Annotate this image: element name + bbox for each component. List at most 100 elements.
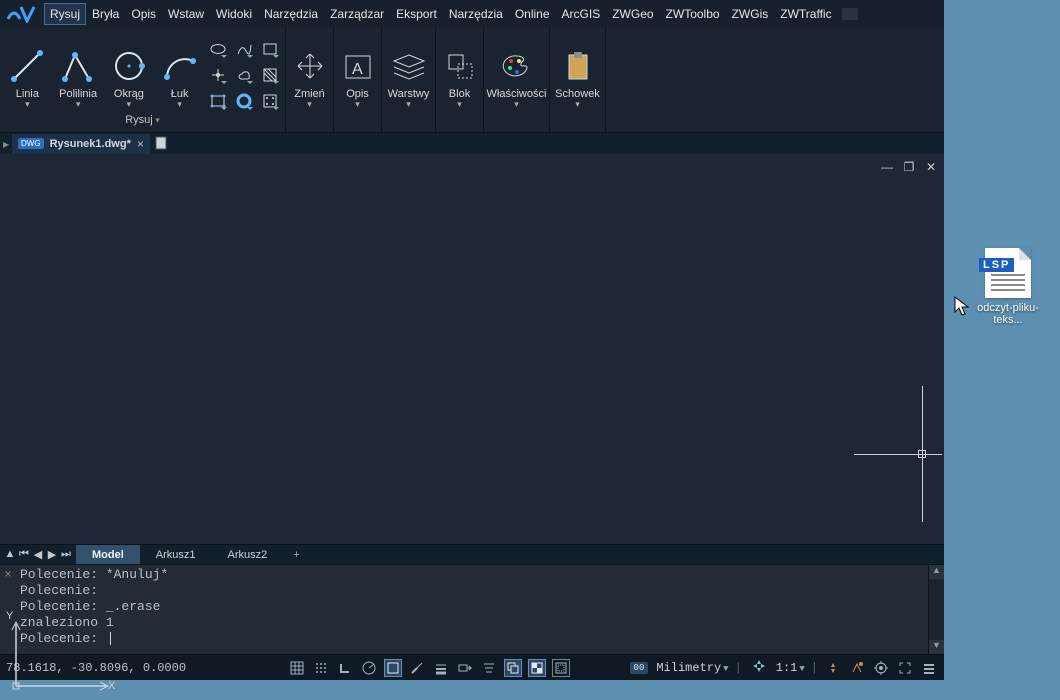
dyninput-icon[interactable] bbox=[456, 659, 474, 677]
cmd-prompt[interactable]: Polecenie: bbox=[20, 631, 924, 647]
tool-circle[interactable]: Okrąg ▾ bbox=[106, 46, 153, 112]
ribbon-panel-block: Blok ▾ bbox=[436, 28, 484, 132]
menu-zwgis[interactable]: ZWGis bbox=[726, 3, 775, 25]
drawing-canvas[interactable]: — ❐ ✕ Y X bbox=[0, 154, 944, 544]
ribbon-panel-draw: Linia ▾ Polilinia ▾ Okrąg ▾ bbox=[0, 28, 286, 132]
tool-arc[interactable]: Łuk ▾ bbox=[156, 46, 203, 112]
menu-zwtraffic[interactable]: ZWTraffic bbox=[774, 3, 837, 25]
tool-line[interactable]: Linia ▾ bbox=[4, 46, 51, 112]
scroll-up-icon[interactable]: ▲ bbox=[929, 565, 944, 579]
menu-zarzadzaj[interactable]: Zarządzar bbox=[324, 3, 390, 25]
layout-tab-add[interactable]: + bbox=[283, 547, 309, 563]
doc-tabs-arrow-icon[interactable]: ▸ bbox=[0, 137, 12, 151]
units-selector[interactable]: Milimetry▼ bbox=[656, 661, 728, 675]
anno-visibility-icon[interactable] bbox=[824, 659, 842, 677]
layout-nav-prev-icon[interactable]: ⏮ bbox=[18, 548, 30, 561]
status-toggles-right bbox=[824, 659, 938, 677]
text-icon: A bbox=[344, 46, 372, 86]
tool-properties[interactable]: Właściwości ▾ bbox=[487, 46, 547, 112]
layers-icon bbox=[392, 46, 426, 86]
ribbon: Linia ▾ Polilinia ▾ Okrąg ▾ bbox=[0, 28, 944, 132]
command-history[interactable]: Polecenie: *Anuluj* Polecenie: Polecenie… bbox=[16, 565, 928, 654]
ribbon-minimize-icon[interactable] bbox=[842, 8, 858, 20]
selection-filter-icon[interactable] bbox=[480, 659, 498, 677]
document-tab[interactable]: DWG Rysunek1.dwg* × bbox=[12, 134, 150, 154]
status-toggles-left bbox=[288, 659, 570, 677]
layout-nav-next-icon[interactable]: ⏭ bbox=[60, 548, 72, 561]
menu-bryla[interactable]: Bryła bbox=[86, 3, 125, 25]
tool-hatch[interactable] bbox=[259, 64, 281, 86]
lineweight-icon[interactable] bbox=[432, 659, 450, 677]
layout-tab-arkusz2[interactable]: Arkusz2 bbox=[212, 545, 284, 565]
chevron-down-icon: ▾ bbox=[307, 99, 312, 110]
ribbon-panel-annot: A Opis ▾ bbox=[334, 28, 382, 132]
tool-ellipse[interactable] bbox=[207, 38, 229, 60]
grid-icon[interactable] bbox=[288, 659, 306, 677]
customize-icon[interactable] bbox=[920, 659, 938, 677]
tool-layers[interactable]: Warstwy ▾ bbox=[386, 46, 431, 112]
menu-opis[interactable]: Opis bbox=[125, 3, 162, 25]
panel-title-draw[interactable]: Rysuj bbox=[4, 112, 281, 130]
scale-selector[interactable]: 1:1▼ bbox=[776, 661, 805, 675]
polar-icon[interactable] bbox=[360, 659, 378, 677]
ribbon-panel-layers: Warstwy ▾ bbox=[382, 28, 436, 132]
fullscreen-icon[interactable] bbox=[896, 659, 914, 677]
tool-text[interactable]: A Opis ▾ bbox=[338, 46, 377, 112]
tool-point[interactable] bbox=[207, 64, 229, 86]
tool-rectangle[interactable] bbox=[259, 38, 281, 60]
layout-tab-arkusz1[interactable]: Arkusz1 bbox=[140, 545, 212, 565]
close-tab-icon[interactable]: × bbox=[137, 137, 144, 151]
layout-nav: ▲ ⏮ ◀ ▶ ⏭ bbox=[0, 548, 76, 561]
menu-arcgis[interactable]: ArcGIS bbox=[556, 3, 607, 25]
tool-clipboard[interactable]: Schowek ▾ bbox=[554, 46, 601, 112]
menu-widoki[interactable]: Widoki bbox=[210, 3, 258, 25]
menu-rysuj[interactable]: Rysuj bbox=[44, 3, 86, 25]
scroll-down-icon[interactable]: ▼ bbox=[929, 640, 944, 654]
layout-tab-model[interactable]: Model bbox=[76, 545, 140, 565]
menu-zwgeo[interactable]: ZWGeo bbox=[606, 3, 659, 25]
chevron-down-icon: ▾ bbox=[76, 99, 81, 110]
layout-nav-back-icon[interactable]: ◀ bbox=[32, 548, 44, 561]
tool-modify[interactable]: Zmień ▾ bbox=[290, 46, 329, 112]
inner-minimize-icon[interactable]: — bbox=[880, 160, 894, 174]
tool-wipeout[interactable] bbox=[259, 90, 281, 112]
inner-window-controls: — ❐ ✕ bbox=[880, 160, 938, 174]
menu-zwtoolbox[interactable]: ZWToolbo bbox=[660, 3, 726, 25]
menu-narzedzia2[interactable]: Narzędzia bbox=[443, 3, 509, 25]
anno-autoscale-icon[interactable] bbox=[848, 659, 866, 677]
menu-narzedzia[interactable]: Narzędzia bbox=[258, 3, 324, 25]
layout-nav-fwd-icon[interactable]: ▶ bbox=[46, 548, 58, 561]
panel-title-block bbox=[440, 112, 479, 130]
menu-online[interactable]: Online bbox=[509, 3, 556, 25]
tool-donut[interactable] bbox=[233, 90, 255, 112]
layout-nav-first-icon[interactable]: ▲ bbox=[4, 548, 16, 561]
file-icon: LSP bbox=[985, 248, 1031, 298]
inner-restore-icon[interactable]: ❐ bbox=[902, 160, 916, 174]
tool-region[interactable] bbox=[207, 90, 229, 112]
tool-block[interactable]: Blok ▾ bbox=[440, 46, 479, 112]
osnap-icon[interactable] bbox=[384, 659, 402, 677]
tool-spline[interactable] bbox=[233, 38, 255, 60]
chevron-down-icon: ▾ bbox=[514, 99, 519, 110]
tool-polyline[interactable]: Polilinia ▾ bbox=[55, 46, 102, 112]
new-document-button[interactable] bbox=[150, 135, 172, 153]
snap-icon[interactable] bbox=[312, 659, 330, 677]
polyline-icon bbox=[61, 46, 95, 86]
panel-title-clipboard bbox=[554, 112, 601, 130]
otrack-icon[interactable] bbox=[408, 659, 426, 677]
ortho-icon[interactable] bbox=[336, 659, 354, 677]
inner-close-icon[interactable]: ✕ bbox=[924, 160, 938, 174]
annotation-scale-icon[interactable] bbox=[752, 659, 766, 677]
model-space-icon[interactable] bbox=[552, 659, 570, 677]
transparency-icon[interactable] bbox=[528, 659, 546, 677]
workspace-icon[interactable] bbox=[872, 659, 890, 677]
tool-revcloud[interactable] bbox=[233, 64, 255, 86]
command-scrollbar[interactable]: ▲ ▼ bbox=[928, 565, 944, 654]
desktop-file-lsp[interactable]: LSP odczyt-pliku-teks... bbox=[968, 248, 1048, 326]
cmd-line: Polecenie: *Anuluj* bbox=[20, 567, 924, 583]
menu-wstaw[interactable]: Wstaw bbox=[162, 3, 210, 25]
menu-eksport[interactable]: Eksport bbox=[390, 3, 443, 25]
panel-title-modify bbox=[290, 112, 329, 130]
chevron-down-icon: ▾ bbox=[355, 99, 360, 110]
selection-cycle-icon[interactable] bbox=[504, 659, 522, 677]
